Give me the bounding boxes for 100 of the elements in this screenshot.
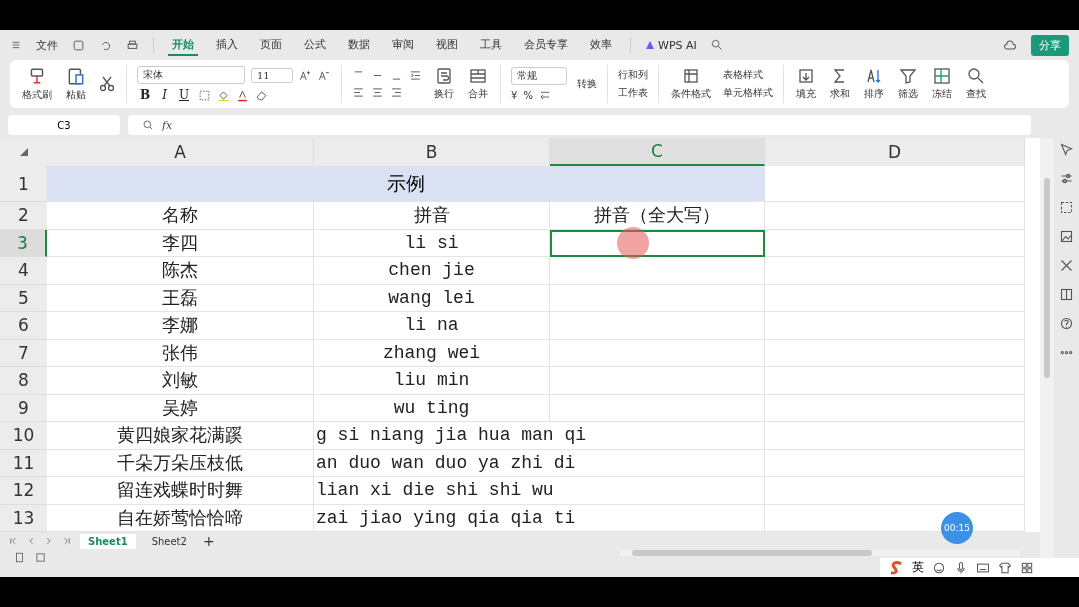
merge-cells-icon[interactable] [469,67,487,85]
search-icon[interactable] [967,67,985,85]
convert-button[interactable]: 转换 [577,77,597,91]
freeze-panes-icon[interactable] [933,67,951,85]
column-header[interactable]: C [550,138,765,166]
eraser-icon[interactable] [255,88,269,102]
formula-field[interactable]: fx [128,115,1031,135]
row-header[interactable]: 7 [0,339,47,367]
ribbon-tab[interactable]: 效率 [586,34,616,56]
fill-down-icon[interactable] [797,67,815,85]
print-icon[interactable] [126,38,139,52]
grid-icon[interactable] [1020,560,1034,575]
table-style-button[interactable]: 表格样式 [723,68,773,82]
table-format-icon[interactable] [682,67,700,85]
number-format-select[interactable]: 常规 [511,67,567,85]
row-header[interactable]: 8 [0,367,47,395]
name-box[interactable]: C3 [8,115,120,135]
column-header[interactable]: A [47,138,314,166]
select-all-icon[interactable] [19,148,28,156]
wps-ai-button[interactable]: WPS AI [645,38,697,52]
row-header[interactable]: 10 [0,422,47,450]
microphone-icon[interactable] [954,560,968,575]
share-button[interactable]: 分享 [1031,34,1069,56]
toolbar-button[interactable]: 填充 [794,67,818,101]
document-icon[interactable] [14,551,25,563]
pointer-icon[interactable] [1059,142,1074,157]
book-icon[interactable] [1059,287,1074,302]
shrink-font-icon[interactable] [318,68,331,82]
text-style-button[interactable]: B [137,88,154,102]
conditional-format-button[interactable]: 条件格式 [669,67,713,101]
sheet-tab[interactable]: Sheet2 [143,533,195,549]
toolbar-button[interactable]: 排序 [862,67,886,101]
menu-icon[interactable] [10,39,22,51]
align-center-icon[interactable] [371,86,384,99]
ribbon-tab[interactable]: 公式 [300,34,330,56]
ribbon-tab[interactable]: 页面 [256,34,286,56]
keyboard-icon[interactable] [976,560,990,575]
search-icon[interactable] [710,39,723,51]
sliders-icon[interactable] [1059,171,1074,186]
row-header[interactable]: 9 [0,394,47,422]
row-header[interactable]: 12 [0,477,47,505]
input-method-logo-icon[interactable] [888,560,904,575]
active-cell[interactable] [550,229,765,257]
row-header[interactable]: 13 [0,504,47,532]
input-language-toggle[interactable]: 英 [912,559,924,576]
row-header[interactable]: 2 [0,202,47,230]
percent-button[interactable]: % [523,89,533,101]
help-icon[interactable] [1059,316,1074,331]
wrap-text-icon[interactable] [435,67,453,85]
row-header[interactable]: 4 [0,257,47,285]
toolbar-button[interactable]: 冻结 [930,67,954,101]
toolbar-button[interactable]: 格式刷 [20,66,54,102]
worksheet-button[interactable]: 工作表 [618,86,648,100]
align-right-icon[interactable] [390,86,403,99]
prev-sheet-icon[interactable] [26,536,36,546]
row-header[interactable]: 3 [0,229,47,257]
ribbon-tab[interactable]: 插入 [212,34,242,56]
font-size-select[interactable]: 11 [251,67,293,83]
grow-font-icon[interactable] [299,68,312,82]
vertical-scrollbar[interactable] [1040,138,1054,558]
emoji-icon[interactable] [932,560,946,575]
font-color-icon[interactable] [236,88,250,102]
row-header[interactable]: 11 [0,449,47,477]
text-style-button[interactable]: I [159,88,170,102]
toolbar-button[interactable]: 筛选 [896,67,920,101]
align-left-icon[interactable] [352,86,365,99]
shirt-icon[interactable] [998,560,1012,575]
toolbar-button[interactable]: 查找 [964,67,988,101]
ribbon-tab[interactable]: 视图 [432,34,462,56]
image-icon[interactable] [1059,229,1074,244]
text-style-button[interactable]: U [175,88,193,102]
decimal-icon[interactable] [538,89,551,101]
row-header[interactable]: 6 [0,312,47,340]
column-header[interactable]: B [314,138,550,166]
cloud-icon[interactable] [1003,38,1017,52]
rows-columns-button[interactable]: 行和列 [618,68,648,82]
toolbar-button[interactable]: 粘贴 [64,66,88,102]
cell-style-button[interactable]: 单元格样式 [723,86,773,100]
ribbon-tab[interactable]: 数据 [344,34,374,56]
toolbar-button[interactable]: 求和 [828,67,852,101]
toolbar-button[interactable]: 合并 [466,67,490,101]
font-select[interactable]: 宋体 [137,66,245,84]
filter-icon[interactable] [899,67,917,85]
row-header[interactable]: 1 [0,166,47,202]
ribbon-tab[interactable]: 会员专享 [520,34,572,56]
sort-icon[interactable] [865,67,883,85]
ribbon-tab[interactable]: 审阅 [388,34,418,56]
row-header[interactable]: 5 [0,284,47,312]
clipboard-icon[interactable] [66,66,86,86]
file-menu[interactable]: 文件 [36,37,58,53]
cut-icon[interactable] [98,75,116,93]
indent-icon[interactable] [409,69,422,82]
sheet-tab[interactable]: Sheet1 [80,533,136,549]
column-header[interactable]: D [765,138,1025,166]
border-icon[interactable] [198,88,212,102]
add-sheet-button[interactable]: + [202,533,215,549]
fill-color-icon[interactable] [217,88,231,102]
save-icon[interactable] [72,38,85,52]
next-sheet-icon[interactable] [44,536,54,546]
currency-button[interactable]: ¥ [511,89,518,101]
